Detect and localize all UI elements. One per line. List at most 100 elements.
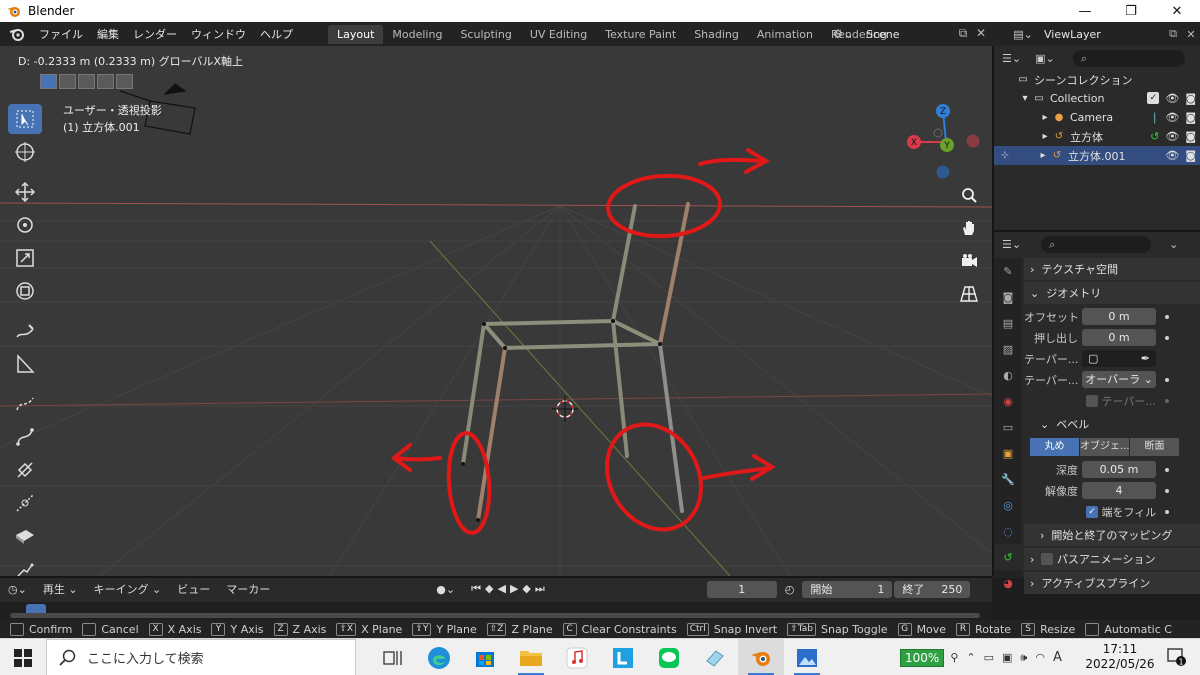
expand-chevron-icon[interactable]: ▸ bbox=[1038, 131, 1052, 142]
fill-caps-checkbox[interactable]: ✓ bbox=[1086, 505, 1098, 518]
line-app-button[interactable] bbox=[646, 639, 692, 675]
task-view-button[interactable] bbox=[370, 639, 416, 675]
bevel-mode-round[interactable]: 丸め bbox=[1030, 438, 1079, 456]
object-mode-icon[interactable]: ⊹ bbox=[998, 150, 1012, 161]
offset-field[interactable]: 0 m bbox=[1082, 308, 1156, 325]
outliner-item-cube-001[interactable]: ⊹ ▸ ↺ 立方体.001 👁 ◙ bbox=[994, 146, 1200, 165]
select-tool-button[interactable] bbox=[8, 104, 42, 134]
path-animation-checkbox[interactable] bbox=[1041, 553, 1054, 565]
modifier-tab-icon[interactable]: 🔧 bbox=[994, 466, 1022, 492]
navigation-gizmo[interactable]: Z X Y bbox=[900, 102, 990, 184]
keyframe-dot-icon[interactable] bbox=[1165, 467, 1169, 472]
geometry-panel[interactable]: ⌄ ジオメトリ bbox=[1024, 282, 1200, 304]
duplicate-view-layer-icon[interactable]: ⧉ bbox=[1164, 27, 1182, 41]
taper-mode-dropdown[interactable]: オーバーラ ⌄ bbox=[1082, 371, 1156, 388]
render-camera-icon[interactable]: ◙ bbox=[1185, 149, 1196, 162]
scale-tool-button[interactable] bbox=[8, 243, 42, 273]
curve-data-tab-icon[interactable]: ↺ bbox=[994, 544, 1022, 570]
music-app-button[interactable] bbox=[554, 639, 600, 675]
record-button[interactable]: ●⌄ bbox=[428, 583, 463, 596]
menu-window[interactable]: ウィンドウ bbox=[184, 26, 253, 42]
minimize-button[interactable]: — bbox=[1062, 0, 1108, 22]
3d-viewport[interactable]: D: -0.2333 m (0.2333 m) グローバルX軸上 ユーザー・透視… bbox=[0, 46, 992, 576]
keyframe-dot-icon[interactable] bbox=[1165, 335, 1169, 340]
taskbar-search-input[interactable]: ここに入力して検索 bbox=[46, 639, 356, 675]
camera-view-button[interactable] bbox=[955, 247, 983, 275]
visibility-eye-icon[interactable]: 👁 bbox=[1165, 92, 1179, 105]
eyedropper-icon[interactable]: ✒ bbox=[1141, 350, 1150, 367]
play-reverse-icon[interactable]: ◀ bbox=[497, 582, 509, 595]
keyframe-dot-icon[interactable] bbox=[1165, 488, 1169, 493]
battery-indicator[interactable]: 100% bbox=[900, 648, 945, 667]
render-camera-icon[interactable]: ◙ bbox=[1185, 130, 1196, 143]
collection-row[interactable]: ▾ ▭ Collection ✓ 👁 ◙ bbox=[994, 89, 1200, 108]
view-layer-tab-icon[interactable]: ▨ bbox=[994, 336, 1022, 362]
view-layer-name[interactable]: ViewLayer bbox=[1036, 28, 1164, 41]
collection-exclude-checkbox[interactable]: ✓ bbox=[1147, 92, 1160, 104]
collection-tab-icon[interactable]: ▭ bbox=[994, 414, 1022, 440]
world-tab-icon[interactable]: ◉ bbox=[994, 388, 1022, 414]
bevel-panel[interactable]: ⌄ ベベル bbox=[1024, 413, 1200, 435]
timeline-ruler[interactable] bbox=[0, 602, 992, 620]
radius-tool-button[interactable] bbox=[8, 488, 42, 518]
expand-chevron-icon[interactable]: ▾ bbox=[1018, 93, 1032, 104]
move-tool-button[interactable] bbox=[8, 177, 42, 207]
photos-app-button[interactable] bbox=[784, 639, 830, 675]
render-camera-icon[interactable]: ◙ bbox=[1185, 111, 1196, 124]
notification-center-button[interactable]: 1 bbox=[1166, 647, 1186, 670]
tab-sculpting[interactable]: Sculpting bbox=[451, 25, 520, 44]
active-spline-panel[interactable]: › アクティブスプライン bbox=[1024, 572, 1200, 594]
material-tab-icon[interactable]: ◕ bbox=[994, 570, 1022, 596]
select-subtract-mode-button[interactable] bbox=[78, 74, 95, 89]
outliner-display-mode-icon[interactable]: ☰⌄ bbox=[1002, 52, 1021, 65]
path-animation-panel[interactable]: › パスアニメーション bbox=[1024, 548, 1200, 570]
tab-shading[interactable]: Shading bbox=[685, 25, 748, 44]
perspective-toggle-button[interactable] bbox=[955, 280, 983, 308]
tab-uv-editing[interactable]: UV Editing bbox=[521, 25, 596, 44]
scene-name[interactable]: Scene bbox=[858, 28, 954, 41]
bevel-mode-profile[interactable]: 断面 bbox=[1130, 438, 1179, 456]
prev-keyframe-icon[interactable]: ◆ bbox=[485, 582, 497, 595]
draw-curve-tool-button[interactable] bbox=[8, 389, 42, 419]
expand-chevron-icon[interactable]: ▸ bbox=[1036, 150, 1050, 161]
editor-type-clock-icon[interactable]: ◷⌄ bbox=[0, 583, 35, 596]
rotate-tool-button[interactable] bbox=[8, 210, 42, 240]
current-frame-field[interactable]: 1 bbox=[706, 580, 777, 598]
view-layer-selector[interactable]: ▤⌄ ViewLayer ⧉ ✕ bbox=[1010, 25, 1200, 43]
properties-editor-type-icon[interactable]: ☰⌄ bbox=[1002, 238, 1021, 251]
maximize-button[interactable]: ❐ bbox=[1108, 0, 1154, 22]
scene-collection-row[interactable]: ▭ シーンコレクション bbox=[994, 70, 1200, 89]
depth-field[interactable]: 0.05 m bbox=[1082, 461, 1156, 478]
extrude-tool-button[interactable] bbox=[8, 521, 42, 551]
volume-icon[interactable]: 🕪 bbox=[1020, 651, 1027, 665]
view-layer-icon[interactable]: ▤⌄ bbox=[1010, 28, 1036, 41]
blender-menu-icon[interactable] bbox=[8, 25, 26, 43]
resolution-field[interactable]: 4 bbox=[1082, 482, 1156, 499]
tab-layout[interactable]: Layout bbox=[328, 24, 384, 44]
explorer-app-button[interactable] bbox=[508, 639, 554, 675]
tool-tab-icon[interactable]: ✎ bbox=[994, 258, 1022, 284]
jump-start-icon[interactable]: ⏮ bbox=[471, 582, 485, 595]
chevron-down-icon[interactable]: ⌄ bbox=[1169, 238, 1178, 251]
texture-space-panel[interactable]: › テクスチャ空間 bbox=[1024, 258, 1200, 280]
outliner-item-cube[interactable]: ▸ ↺ 立方体 ↺ 👁 ◙ bbox=[994, 127, 1200, 146]
chevron-up-icon[interactable]: ⌃ bbox=[966, 651, 975, 664]
outliner-filter-icon[interactable]: ▣⌄ bbox=[1035, 52, 1055, 65]
scene-icon[interactable]: ⚙⌄ bbox=[828, 27, 858, 41]
cursor-tool-button[interactable] bbox=[8, 137, 42, 167]
particles-tab-icon[interactable]: ◎ bbox=[994, 492, 1022, 518]
properties-search-input[interactable]: ⌕ bbox=[1041, 235, 1152, 253]
close-button[interactable]: ✕ bbox=[1154, 0, 1200, 22]
visibility-eye-icon[interactable]: 👁 bbox=[1165, 111, 1179, 124]
l-app-button[interactable] bbox=[600, 639, 646, 675]
start-frame-field[interactable]: 開始 1 bbox=[802, 580, 893, 598]
wifi-icon[interactable]: ◠ bbox=[1035, 651, 1045, 664]
stopwatch-icon[interactable]: ◴ bbox=[777, 583, 803, 596]
output-tab-icon[interactable]: ▤ bbox=[994, 310, 1022, 336]
object-tab-icon[interactable]: ▣ bbox=[994, 440, 1022, 466]
visibility-eye-icon[interactable]: 👁 bbox=[1165, 149, 1179, 162]
keyframe-dot-icon[interactable] bbox=[1164, 398, 1169, 403]
outliner-item-camera[interactable]: ▸ ● Camera ❘ 👁 ◙ bbox=[994, 108, 1200, 127]
marker-menu[interactable]: マーカー bbox=[218, 581, 278, 597]
jump-end-icon[interactable]: ⏭ bbox=[535, 582, 549, 595]
